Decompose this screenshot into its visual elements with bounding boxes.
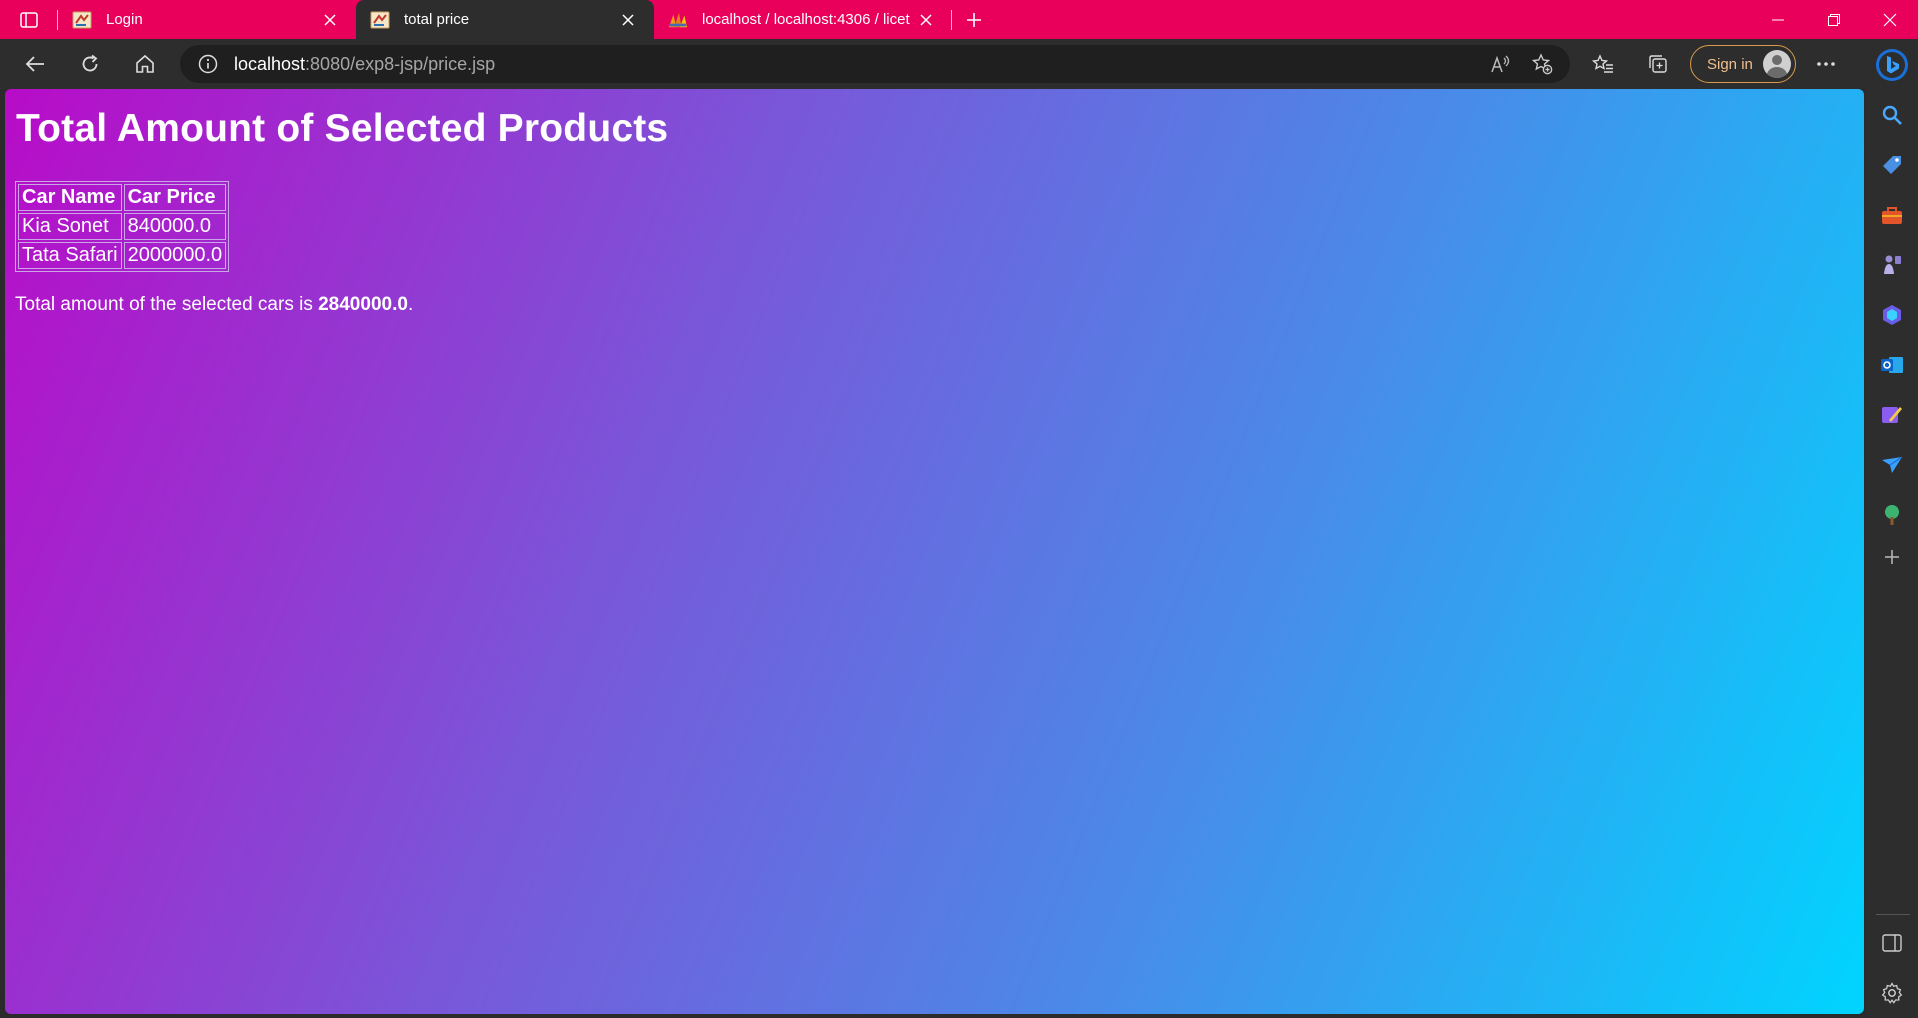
close-icon: [1883, 13, 1897, 26]
add-favorite-button[interactable]: [1522, 44, 1562, 84]
sidebar-shopping-button[interactable]: [1878, 151, 1906, 179]
tab-actions-button[interactable]: [0, 0, 58, 39]
sidebar-toggle-button[interactable]: [1878, 929, 1906, 957]
page-content: Total Amount of Selected Products Car Na…: [5, 89, 1864, 1014]
site-info-icon[interactable]: [198, 54, 218, 74]
favorites-icon: [1592, 54, 1613, 73]
window-controls: [1750, 0, 1918, 39]
sign-in-label: Sign in: [1707, 55, 1753, 73]
sidebar-search-button[interactable]: [1878, 101, 1906, 129]
column-header-car-price: Car Price: [123, 184, 227, 211]
close-window-button[interactable]: [1862, 0, 1918, 39]
refresh-icon: [82, 54, 98, 72]
tag-icon: [1883, 156, 1901, 174]
table-header-row: Car Name Car Price: [18, 184, 227, 211]
back-arrow-icon: [25, 56, 44, 72]
table-row: Kia Sonet 840000.0: [18, 213, 227, 240]
total-suffix: .: [407, 294, 414, 315]
edge-sidebar: [1866, 89, 1918, 1018]
avatar-icon: [1762, 50, 1791, 78]
navigation-toolbar: localhost:8080/exp8-jsp/price.jsp Sign …: [0, 39, 1918, 89]
column-header-car-name: Car Name: [18, 184, 122, 211]
total-amount-text: Total amount of the selected cars is 284…: [15, 294, 1854, 316]
sign-in-button[interactable]: Sign in: [1690, 45, 1796, 83]
star-add-icon: [1531, 53, 1553, 75]
tab-phpmyadmin[interactable]: localhost / localhost:4306 / licet /: [654, 0, 952, 39]
tab-title: Login: [106, 11, 143, 28]
read-aloud-button[interactable]: [1482, 44, 1522, 84]
settings-icon: [1881, 982, 1903, 1004]
new-tab-button[interactable]: [952, 0, 996, 39]
car-price-cell: 840000.0: [123, 213, 227, 240]
cars-table: Car Name Car Price Kia Sonet 840000.0 Ta…: [15, 181, 230, 272]
sidebar-copilot-button[interactable]: [1878, 301, 1906, 329]
car-name-cell: Kia Sonet: [18, 213, 122, 240]
close-tab-icon[interactable]: [616, 8, 640, 32]
collections-icon: [1649, 55, 1667, 73]
close-tab-icon[interactable]: [914, 8, 938, 32]
restore-button[interactable]: [1806, 0, 1862, 39]
send-icon: [1882, 456, 1903, 473]
tab-strip: Login total price localhost / localhost:…: [0, 0, 1918, 39]
total-prefix: Total amount of the selected cars is: [15, 294, 319, 315]
table-row: Tata Safari 2000000.0: [18, 242, 227, 269]
home-icon: [136, 54, 154, 73]
designer-icon: [1882, 407, 1902, 423]
url-host: localhost: [234, 53, 306, 74]
restore-icon: [1828, 13, 1840, 26]
read-aloud-icon: [1491, 55, 1510, 73]
search-icon: [1882, 105, 1902, 125]
car-name-cell: Tata Safari: [18, 242, 122, 269]
sidebar-add-button[interactable]: [1878, 543, 1906, 571]
tab-actions-icon: [20, 11, 38, 28]
url-path: :8080/exp8-jsp/price.jsp: [305, 53, 496, 74]
copilot-button[interactable]: [1866, 43, 1918, 87]
plus-icon: [967, 12, 981, 27]
settings-more-button[interactable]: [1806, 44, 1846, 84]
sidebar-settings-button[interactable]: [1878, 979, 1906, 1007]
games-icon: [1884, 255, 1901, 274]
sidebar-tree-button[interactable]: [1878, 501, 1906, 529]
bing-copilot-icon: [1876, 49, 1908, 81]
minimize-button[interactable]: [1750, 0, 1806, 39]
page-title: Total Amount of Selected Products: [16, 107, 669, 150]
address-bar[interactable]: localhost:8080/exp8-jsp/price.jsp: [180, 45, 1570, 83]
more-dots-icon: [1817, 62, 1835, 66]
favorites-button[interactable]: [1583, 44, 1623, 84]
copilot-icon: [1883, 305, 1901, 325]
address-bar-actions: [1482, 44, 1562, 84]
sidebar-send-button[interactable]: [1878, 451, 1906, 479]
tab-total-price[interactable]: total price: [356, 0, 654, 39]
home-button[interactable]: [125, 44, 165, 84]
java-cup-icon: [72, 10, 92, 30]
tree-icon: [1885, 505, 1899, 525]
tab-title: localhost / localhost:4306 / licet /: [702, 11, 914, 28]
close-tab-icon[interactable]: [318, 8, 342, 32]
back-button[interactable]: [15, 44, 55, 84]
total-amount-value: 2840000.0: [318, 294, 408, 315]
sidebar-outlook-button[interactable]: [1878, 351, 1906, 379]
tab-login[interactable]: Login: [58, 0, 356, 39]
toolbar-right: Sign in: [1583, 39, 1846, 89]
java-cup-icon: [370, 10, 390, 30]
sidebar-designer-button[interactable]: [1878, 401, 1906, 429]
sidebar-tools-button[interactable]: [1878, 201, 1906, 229]
browser-window: Login total price localhost / localhost:…: [0, 0, 1918, 1018]
collections-button[interactable]: [1638, 44, 1678, 84]
car-price-cell: 2000000.0: [123, 242, 227, 269]
minimize-icon: [1772, 19, 1784, 20]
outlook-icon: [1881, 357, 1903, 373]
add-icon: [1885, 550, 1899, 564]
toolbox-icon: [1882, 207, 1902, 224]
sidebar-divider: [1876, 914, 1910, 915]
phpmyadmin-icon: [668, 10, 688, 30]
tab-title: total price: [404, 11, 470, 28]
sidebar-toggle-icon: [1882, 934, 1902, 952]
refresh-button[interactable]: [70, 44, 110, 84]
sidebar-games-button[interactable]: [1878, 251, 1906, 279]
